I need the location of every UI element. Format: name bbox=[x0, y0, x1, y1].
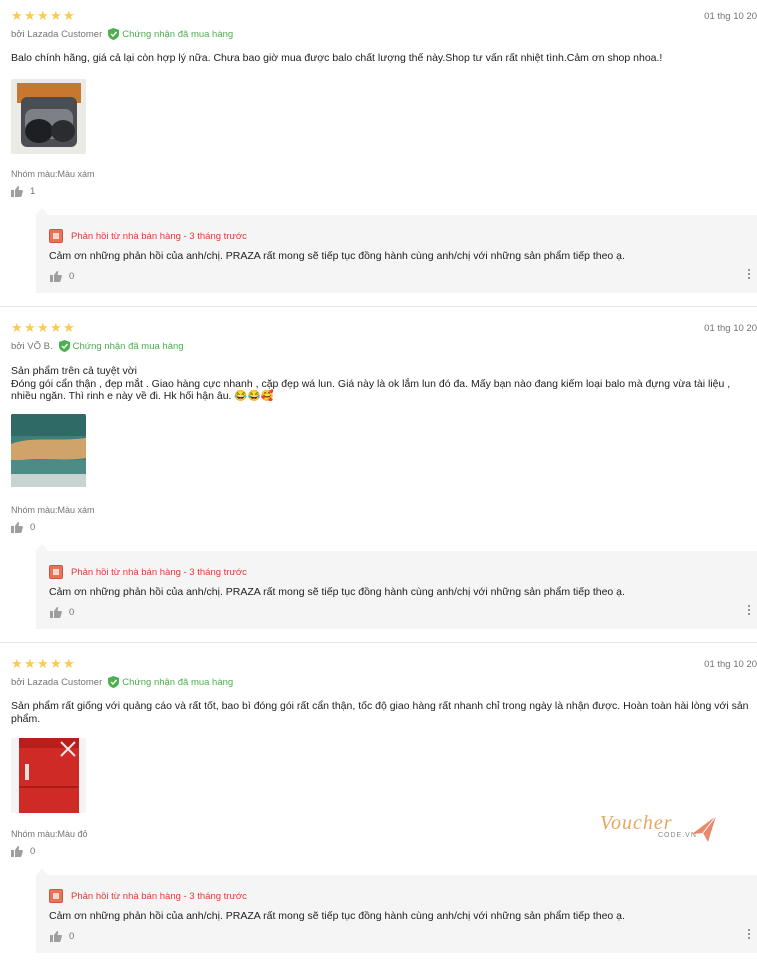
backpack-photo bbox=[11, 738, 86, 813]
backpack-photo bbox=[11, 79, 86, 154]
review-item: ★ ★ ★ ★ ★ 01 thg 10 20 bởi VÕ B. Chứng n… bbox=[0, 307, 757, 637]
star-icon: ★ bbox=[37, 656, 49, 671]
reply-notch bbox=[36, 544, 48, 551]
review-date: 01 thg 10 20 bbox=[704, 659, 757, 670]
seller-reply: Phản hồi từ nhà bán hàng - 3 tháng trước… bbox=[36, 215, 757, 293]
seller-reply: Phản hồi từ nhà bán hàng - 3 tháng trước… bbox=[36, 875, 757, 953]
review-byline: bởi VÕ B. Chứng nhận đã mua hàng bbox=[11, 340, 184, 352]
review-photo[interactable] bbox=[11, 738, 86, 813]
reply-like-count: 0 bbox=[69, 271, 75, 282]
more-options-icon[interactable] bbox=[748, 929, 751, 940]
variant-label: Nhóm màu:Màu xám bbox=[11, 505, 95, 515]
thumbs-up-icon bbox=[50, 271, 62, 282]
star-rating: ★ ★ ★ ★ ★ bbox=[11, 8, 75, 23]
review-content: Balo chính hãng, giá cả lại còn hợp lý n… bbox=[11, 52, 663, 64]
review-byline: bởi Lazada Customer Chứng nhận đã mua hà… bbox=[11, 28, 233, 40]
review-item: ★ ★ ★ ★ ★ 01 thg 10 20 bởi Lazada Custom… bbox=[0, 0, 757, 300]
reply-notch bbox=[36, 868, 48, 875]
star-icon: ★ bbox=[50, 656, 62, 671]
like-count: 1 bbox=[30, 186, 36, 197]
star-icon: ★ bbox=[37, 320, 49, 335]
variant-label: Nhóm màu:Màu xám bbox=[11, 169, 95, 179]
review-date: 01 thg 10 20 bbox=[704, 11, 757, 22]
review-content-line: Sản phẩm trên cả tuyệt vời bbox=[11, 365, 137, 377]
reply-like-button[interactable]: 0 bbox=[50, 931, 74, 942]
reply-like-button[interactable]: 0 bbox=[50, 271, 74, 282]
verified-label: Chứng nhận đã mua hàng bbox=[72, 340, 184, 352]
reply-header: Phản hồi từ nhà bán hàng - 3 tháng trước bbox=[49, 889, 247, 903]
review-author: bởi Lazada Customer bbox=[11, 28, 103, 40]
paper-plane-icon bbox=[692, 815, 717, 842]
star-icon: ★ bbox=[24, 320, 36, 335]
review-content-line: Đóng gói cẩn thận , đẹp mắt . Giao hàng … bbox=[11, 377, 731, 403]
seller-store-icon bbox=[49, 565, 63, 579]
like-count: 0 bbox=[30, 522, 36, 533]
reply-notch bbox=[36, 208, 48, 215]
reply-header: Phản hồi từ nhà bán hàng - 3 tháng trước bbox=[49, 565, 247, 579]
review-content: Sản phẩm trên cả tuyệt vời Đóng gói cẩn … bbox=[11, 365, 751, 403]
like-button[interactable]: 1 bbox=[11, 186, 35, 197]
shield-check-icon bbox=[58, 340, 70, 352]
star-icon: ★ bbox=[24, 8, 36, 23]
reply-like-count: 0 bbox=[69, 931, 75, 942]
star-icon: ★ bbox=[63, 656, 75, 671]
review-author: bởi VÕ B. bbox=[11, 340, 53, 352]
backpack-photo bbox=[11, 414, 86, 487]
star-rating: ★ ★ ★ ★ ★ bbox=[11, 656, 75, 671]
verified-badge: Chứng nhận đã mua hàng bbox=[58, 340, 184, 352]
reply-header: Phản hồi từ nhà bán hàng - 3 tháng trước bbox=[49, 229, 247, 243]
like-button[interactable]: 0 bbox=[11, 846, 35, 857]
star-icon: ★ bbox=[11, 8, 23, 23]
star-rating: ★ ★ ★ ★ ★ bbox=[11, 320, 75, 335]
reply-header-text: Phản hồi từ nhà bán hàng - 3 tháng trước bbox=[71, 890, 247, 902]
star-icon: ★ bbox=[37, 8, 49, 23]
shield-check-icon bbox=[108, 28, 120, 40]
star-icon: ★ bbox=[11, 320, 23, 335]
star-icon: ★ bbox=[63, 320, 75, 335]
review-date: 01 thg 10 20 bbox=[704, 323, 757, 334]
verified-label: Chứng nhận đã mua hàng bbox=[122, 676, 234, 688]
thumbs-up-icon bbox=[11, 522, 23, 533]
reply-text: Cảm ơn những phản hồi của anh/chị. PRAZA… bbox=[49, 586, 625, 598]
seller-reply: Phản hồi từ nhà bán hàng - 3 tháng trước… bbox=[36, 551, 757, 629]
thumbs-up-icon bbox=[11, 186, 23, 197]
verified-label: Chứng nhận đã mua hàng bbox=[122, 28, 234, 40]
voucher-watermark: Voucher CODE.VN bbox=[600, 812, 720, 852]
verified-badge: Chứng nhận đã mua hàng bbox=[108, 28, 233, 40]
like-button[interactable]: 0 bbox=[11, 522, 35, 533]
shield-check-icon bbox=[108, 676, 120, 688]
seller-store-icon bbox=[49, 889, 63, 903]
star-icon: ★ bbox=[11, 656, 23, 671]
reply-text: Cảm ơn những phản hồi của anh/chị. PRAZA… bbox=[49, 250, 625, 262]
verified-badge: Chứng nhận đã mua hàng bbox=[108, 676, 233, 688]
thumbs-up-icon bbox=[50, 607, 62, 618]
star-icon: ★ bbox=[50, 8, 62, 23]
reply-like-button[interactable]: 0 bbox=[50, 607, 74, 618]
review-author: bởi Lazada Customer bbox=[11, 676, 103, 688]
like-count: 0 bbox=[30, 846, 36, 857]
review-item: ★ ★ ★ ★ ★ 01 thg 10 20 bởi Lazada Custom… bbox=[0, 643, 757, 960]
reply-header-text: Phản hồi từ nhà bán hàng - 3 tháng trước bbox=[71, 566, 247, 578]
star-icon: ★ bbox=[50, 320, 62, 335]
star-icon: ★ bbox=[24, 656, 36, 671]
variant-label: Nhóm màu:Màu đỏ bbox=[11, 829, 88, 839]
reply-like-count: 0 bbox=[69, 607, 75, 618]
review-photo[interactable] bbox=[11, 414, 86, 487]
reply-text: Cảm ơn những phản hồi của anh/chị. PRAZA… bbox=[49, 910, 625, 922]
review-byline: bởi Lazada Customer Chứng nhận đã mua hà… bbox=[11, 676, 233, 688]
thumbs-up-icon bbox=[50, 931, 62, 942]
review-content: Sản phẩm rất giống với quảng cáo và rất … bbox=[11, 700, 749, 725]
thumbs-up-icon bbox=[11, 846, 23, 857]
review-photo[interactable] bbox=[11, 79, 86, 154]
reply-header-text: Phản hồi từ nhà bán hàng - 3 tháng trước bbox=[71, 230, 247, 242]
more-options-icon[interactable] bbox=[748, 269, 751, 280]
more-options-icon[interactable] bbox=[748, 605, 751, 616]
seller-store-icon bbox=[49, 229, 63, 243]
star-icon: ★ bbox=[63, 8, 75, 23]
